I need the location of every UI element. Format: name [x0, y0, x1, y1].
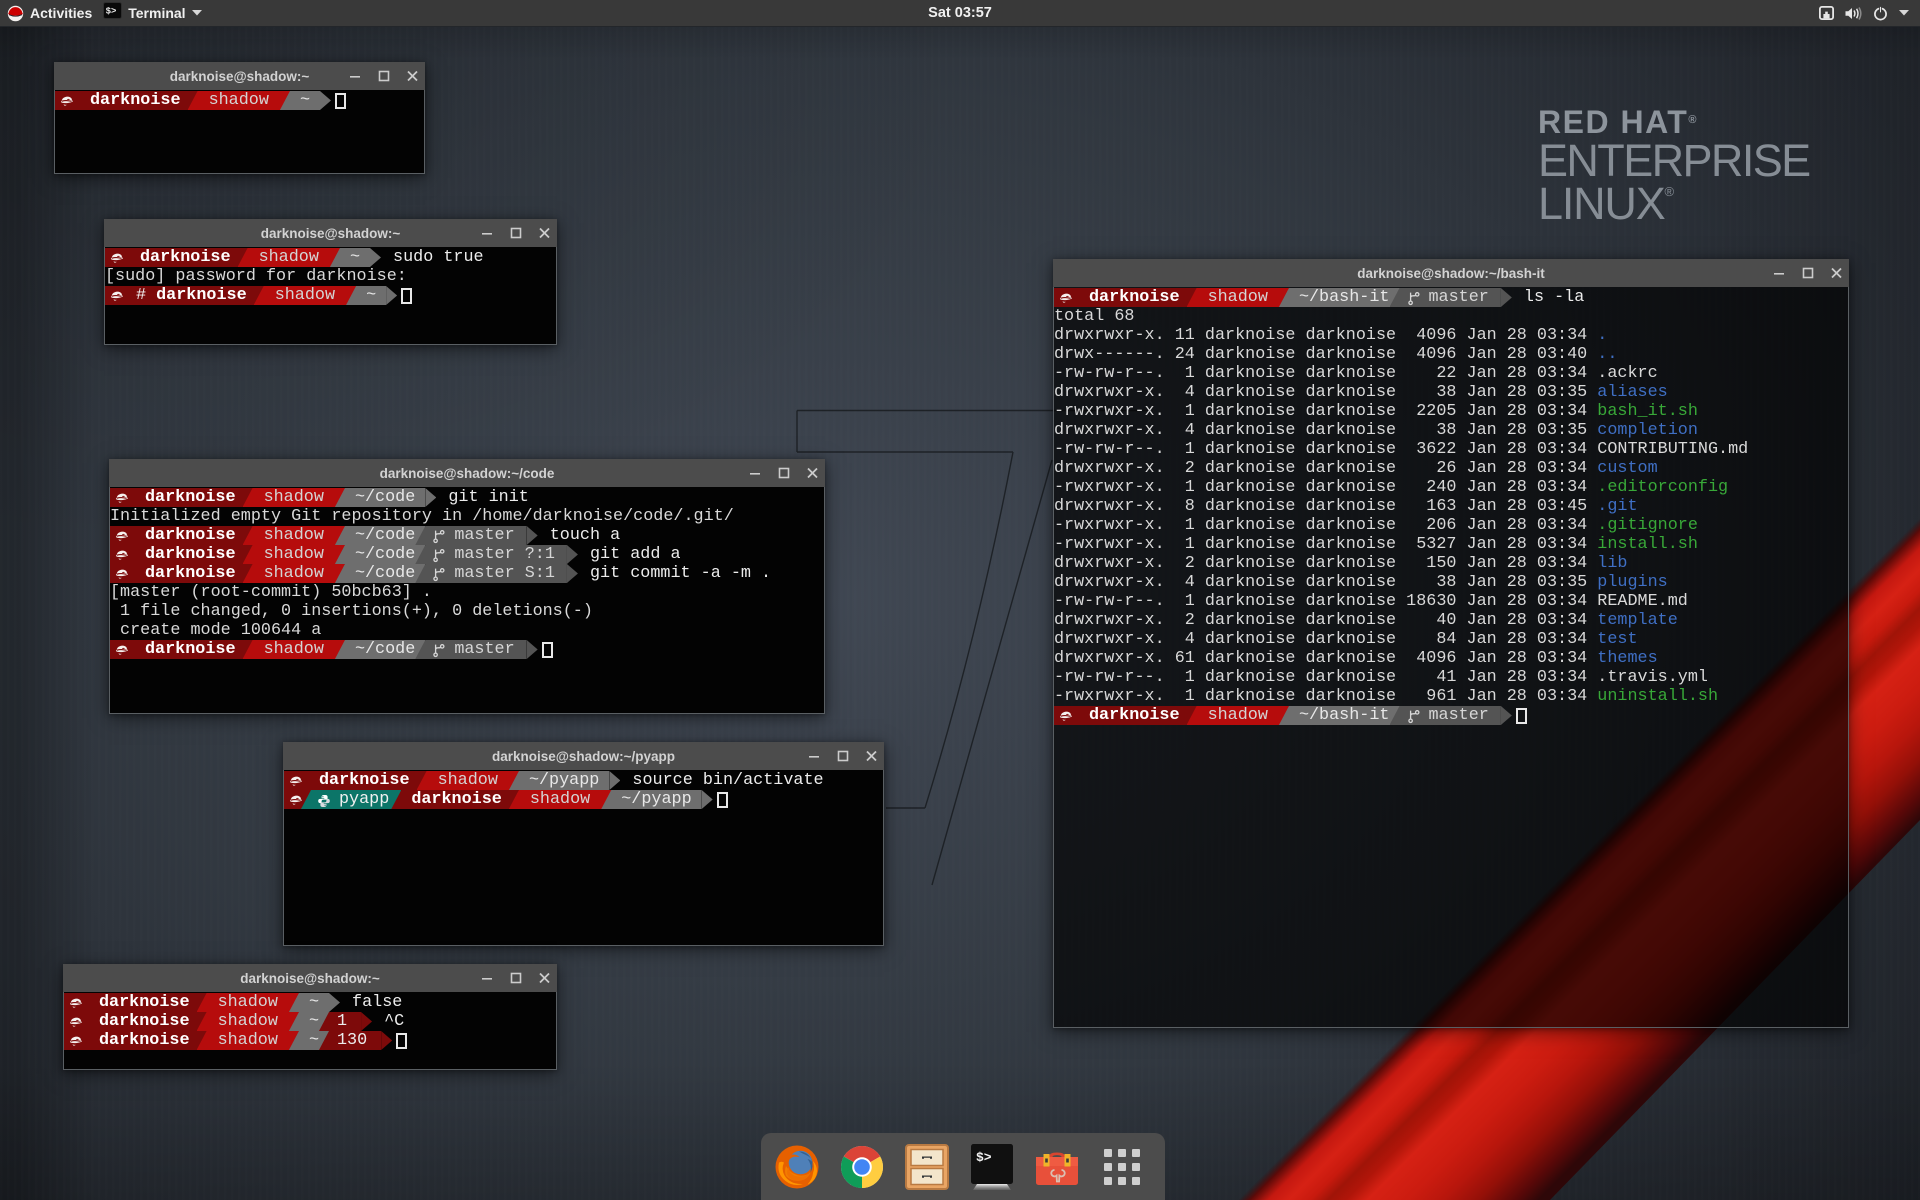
svg-text:$>: $>	[976, 1150, 992, 1165]
